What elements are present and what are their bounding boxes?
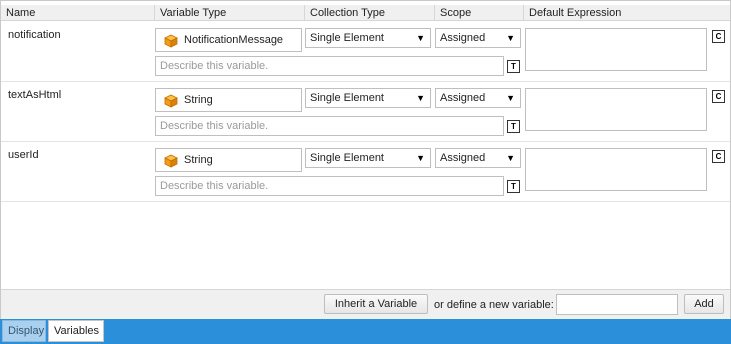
text-format-button[interactable]: T xyxy=(507,120,520,133)
collection-type-select[interactable]: Single Element ▼ xyxy=(305,88,431,108)
collection-type-select[interactable]: Single Element ▼ xyxy=(305,28,431,48)
add-variable-bar: Inherit a Variable or define a new varia… xyxy=(1,289,730,319)
column-header-variable-type[interactable]: Variable Type xyxy=(154,5,304,21)
collection-type-value: Single Element xyxy=(310,32,384,44)
description-input[interactable]: Describe this variable. xyxy=(155,176,504,196)
variable-type-field[interactable]: NotificationMessage xyxy=(155,28,302,52)
column-header-name[interactable]: Name xyxy=(1,5,154,21)
column-header-scope[interactable]: Scope xyxy=(434,5,523,21)
collection-type-value: Single Element xyxy=(310,152,384,164)
column-header-default-expression[interactable]: Default Expression xyxy=(523,5,730,21)
table-row: userId String Single Element ▼ Assigned … xyxy=(1,142,730,202)
variable-name: userId xyxy=(8,149,39,161)
new-variable-input[interactable] xyxy=(556,294,678,315)
collection-type-value: Single Element xyxy=(310,92,384,104)
text-format-button[interactable]: T xyxy=(507,60,520,73)
scope-select[interactable]: Assigned ▼ xyxy=(435,88,521,108)
variable-type-label: String xyxy=(184,94,213,106)
dropdown-arrow-icon: ▼ xyxy=(416,33,425,43)
column-header-collection-type[interactable]: Collection Type xyxy=(304,5,434,21)
orange-cube-icon xyxy=(164,154,178,168)
dropdown-arrow-icon: ▼ xyxy=(416,93,425,103)
scope-select[interactable]: Assigned ▼ xyxy=(435,148,521,168)
variable-type-field[interactable]: String xyxy=(155,88,302,112)
default-expression-input[interactable] xyxy=(525,88,707,131)
variable-type-label: NotificationMessage xyxy=(184,34,284,46)
table-row: notification NotificationMessage Single … xyxy=(1,22,730,82)
variable-type-field[interactable]: String xyxy=(155,148,302,172)
define-variable-label: or define a new variable: xyxy=(434,299,554,311)
bottom-tab-bar: Display Variables xyxy=(0,319,731,344)
add-button[interactable]: Add xyxy=(684,294,724,314)
scope-value: Assigned xyxy=(440,92,486,104)
expression-editor-button[interactable]: C xyxy=(712,30,725,43)
table-header: Name Variable Type Collection Type Scope… xyxy=(1,5,730,21)
scope-value: Assigned xyxy=(440,152,486,164)
variables-panel: Name Variable Type Collection Type Scope… xyxy=(0,0,731,344)
expression-editor-button[interactable]: C xyxy=(712,90,725,103)
variable-type-label: String xyxy=(184,154,213,166)
variable-name: notification xyxy=(8,29,61,41)
orange-cube-icon xyxy=(164,94,178,108)
text-format-button[interactable]: T xyxy=(507,180,520,193)
default-expression-input[interactable] xyxy=(525,28,707,71)
expression-editor-button[interactable]: C xyxy=(712,150,725,163)
scope-value: Assigned xyxy=(440,32,486,44)
variable-name: textAsHtml xyxy=(8,89,62,101)
variables-table: Name Variable Type Collection Type Scope… xyxy=(0,0,731,319)
description-input[interactable]: Describe this variable. xyxy=(155,116,504,136)
dropdown-arrow-icon: ▼ xyxy=(506,93,515,103)
scope-select[interactable]: Assigned ▼ xyxy=(435,28,521,48)
collection-type-select[interactable]: Single Element ▼ xyxy=(305,148,431,168)
dropdown-arrow-icon: ▼ xyxy=(506,33,515,43)
orange-cube-icon xyxy=(164,34,178,48)
tab-variables[interactable]: Variables xyxy=(48,320,104,342)
tab-display[interactable]: Display xyxy=(2,320,46,342)
default-expression-input[interactable] xyxy=(525,148,707,191)
table-row: textAsHtml String Single Element ▼ Assig… xyxy=(1,82,730,142)
description-input[interactable]: Describe this variable. xyxy=(155,56,504,76)
dropdown-arrow-icon: ▼ xyxy=(506,153,515,163)
dropdown-arrow-icon: ▼ xyxy=(416,153,425,163)
inherit-variable-button[interactable]: Inherit a Variable xyxy=(324,294,428,314)
